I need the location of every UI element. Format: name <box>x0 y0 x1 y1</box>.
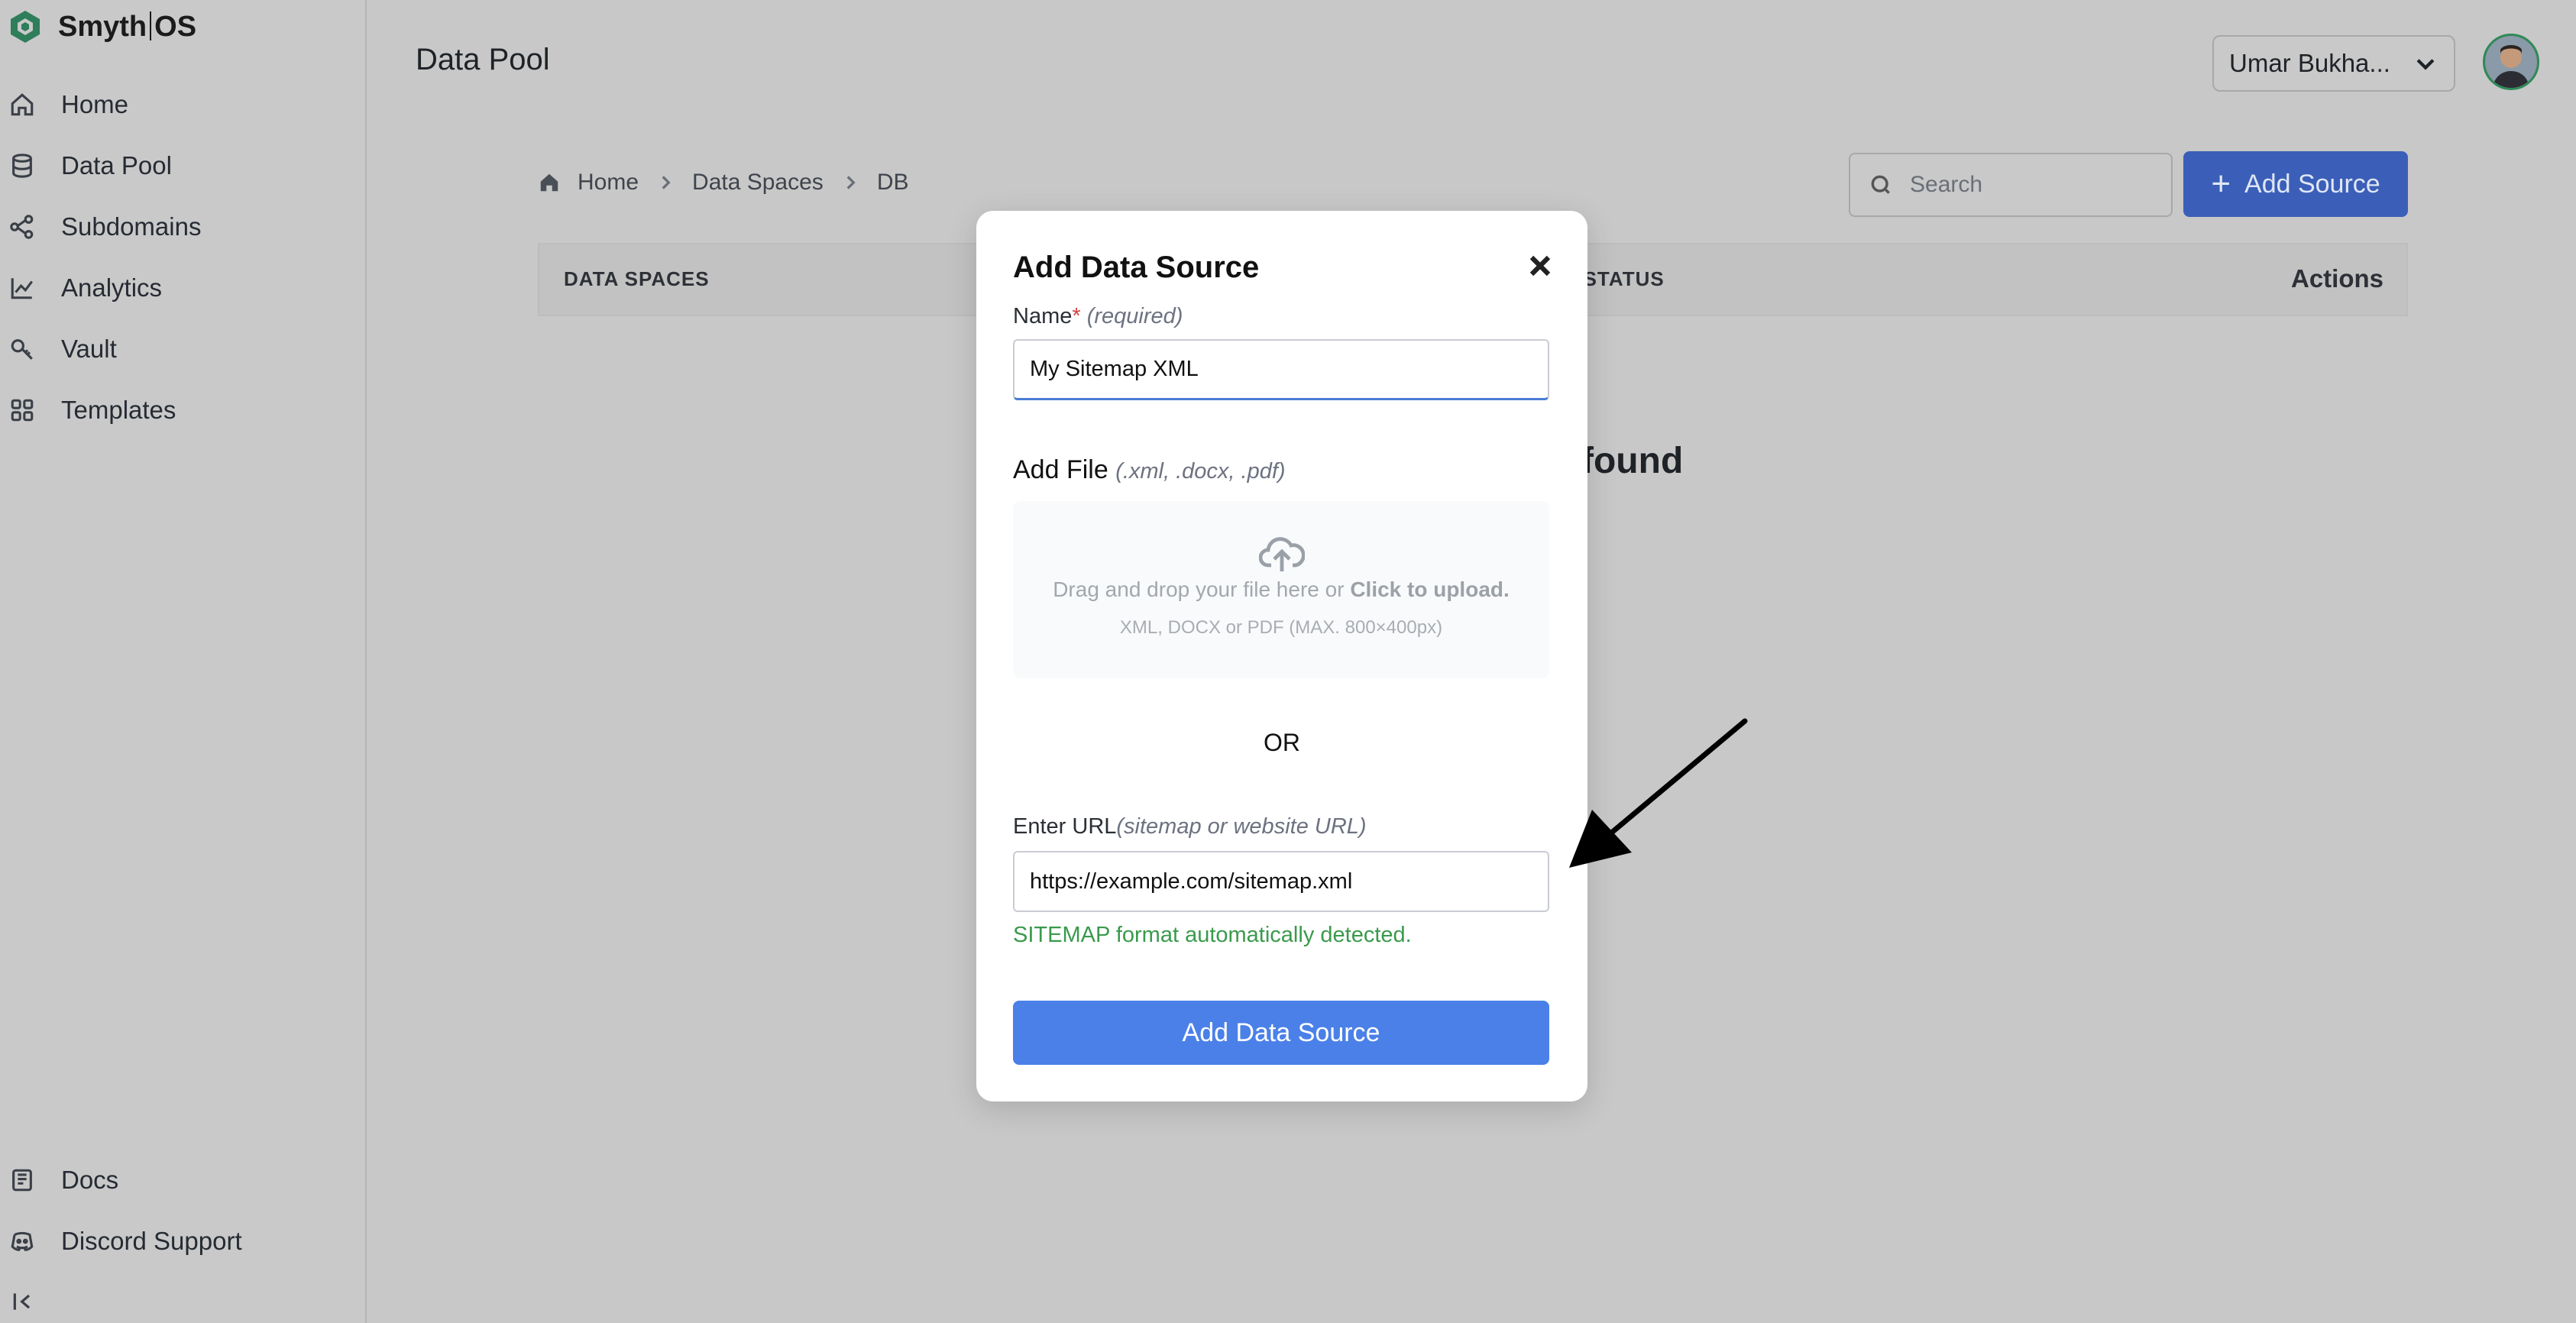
or-divider: OR <box>1264 729 1300 756</box>
sidebar-item-analytics[interactable]: Analytics <box>9 273 162 302</box>
plus-icon: + <box>2211 165 2231 202</box>
upload-cloud-icon <box>1258 532 1306 574</box>
grid-icon <box>11 399 34 422</box>
subdomains-icon <box>10 215 34 239</box>
chevron-down-icon <box>2416 59 2435 70</box>
sidebar-item-label: Docs <box>61 1166 119 1194</box>
sidebar-item-label: Analytics <box>61 273 163 302</box>
smythos-logo-icon <box>8 9 43 44</box>
add-data-source-button[interactable]: Add Data Source <box>1013 1001 1549 1065</box>
breadcrumb-current: DB <box>876 170 909 195</box>
required-mark: * <box>1072 304 1081 328</box>
breadcrumb: Home Data Spaces DB <box>538 170 909 196</box>
sidebar-item-label: Templates <box>61 396 176 424</box>
sidebar-item-data-pool[interactable]: Data Pool <box>9 151 172 180</box>
url-field[interactable] <box>1013 851 1549 912</box>
database-icon <box>12 154 32 178</box>
avatar[interactable] <box>2483 34 2539 90</box>
search-icon <box>1871 175 1890 194</box>
add-file-label: Add File (.xml, .docx, .pdf) <box>1013 455 1286 484</box>
sidebar-item-home[interactable]: Home <box>9 90 128 119</box>
add-source-button[interactable]: + Add Source <box>2183 151 2408 217</box>
search-placeholder: Search <box>1910 172 1983 197</box>
format-detected-message: SITEMAP format automatically detected. <box>1013 923 1412 947</box>
user-name: Umar Bukha... <box>2229 49 2390 77</box>
home-icon <box>11 93 34 116</box>
breadcrumb-home[interactable]: Home <box>578 170 639 196</box>
sidebar-item-label: Subdomains <box>61 212 202 241</box>
name-field[interactable] <box>1013 339 1549 400</box>
sidebar-item-templates[interactable]: Templates <box>9 396 176 425</box>
page-title: Data Pool <box>416 43 550 76</box>
modal-title: Add Data Source <box>1013 251 1260 284</box>
name-hint: (required) <box>1086 304 1183 328</box>
empty-state-text: found <box>1581 441 1684 481</box>
click-to-upload-link[interactable]: Click to upload. <box>1350 577 1509 601</box>
annotation-arrow-icon <box>1569 718 1748 868</box>
sidebar-item-vault[interactable]: Vault <box>9 335 117 364</box>
close-icon <box>1529 255 1551 277</box>
column-header-actions: Actions <box>2290 264 2383 293</box>
logo-text: Smyth OS <box>58 10 197 43</box>
sidebar-item-label: Vault <box>61 335 117 363</box>
key-icon <box>11 339 33 360</box>
sidebar-item-discord-support[interactable]: Discord Support <box>9 1227 242 1256</box>
sidebar-item-subdomains[interactable]: Subdomains <box>9 212 201 241</box>
home-icon[interactable] <box>538 171 561 194</box>
url-hint: (sitemap or website URL) <box>1116 814 1367 839</box>
sidebar-item-label: Home <box>61 90 129 118</box>
book-icon <box>12 1169 32 1192</box>
collapse-sidebar-icon[interactable] <box>11 1289 35 1314</box>
dropzone-text: Drag and drop your file here or Click to… <box>1053 577 1510 601</box>
search-input[interactable]: Search <box>1849 153 2173 217</box>
chart-line-icon <box>11 278 33 299</box>
close-button[interactable] <box>1523 249 1557 283</box>
add-source-label: Add Source <box>2244 169 2380 199</box>
column-header-data-spaces: DATA SPACES <box>564 267 710 290</box>
sidebar-item-docs[interactable]: Docs <box>9 1166 118 1195</box>
sidebar-item-label: Data Pool <box>61 151 172 180</box>
chevron-right-icon <box>846 176 856 189</box>
dropzone-subtext: XML, DOCX or PDF (MAX. 800×400px) <box>1119 617 1443 638</box>
chevron-right-icon <box>662 176 671 189</box>
logo[interactable]: Smyth OS <box>8 9 196 44</box>
discord-icon <box>11 1231 34 1251</box>
file-dropzone[interactable]: Drag and drop your file here or Click to… <box>1013 501 1549 678</box>
add-data-source-modal: Add Data Source Name* (required) Add Fil… <box>976 211 1587 1101</box>
breadcrumb-data-spaces[interactable]: Data Spaces <box>692 170 824 196</box>
sidebar: Smyth OS Home Data Pool Subdomains Analyt… <box>0 0 367 1323</box>
file-hint: (.xml, .docx, .pdf) <box>1115 459 1286 484</box>
url-label: Enter URL(sitemap or website URL) <box>1013 814 1367 839</box>
sidebar-item-label: Discord Support <box>61 1227 242 1255</box>
user-dropdown[interactable]: Umar Bukha... <box>2212 35 2455 92</box>
name-label: Name* (required) <box>1013 304 1183 328</box>
